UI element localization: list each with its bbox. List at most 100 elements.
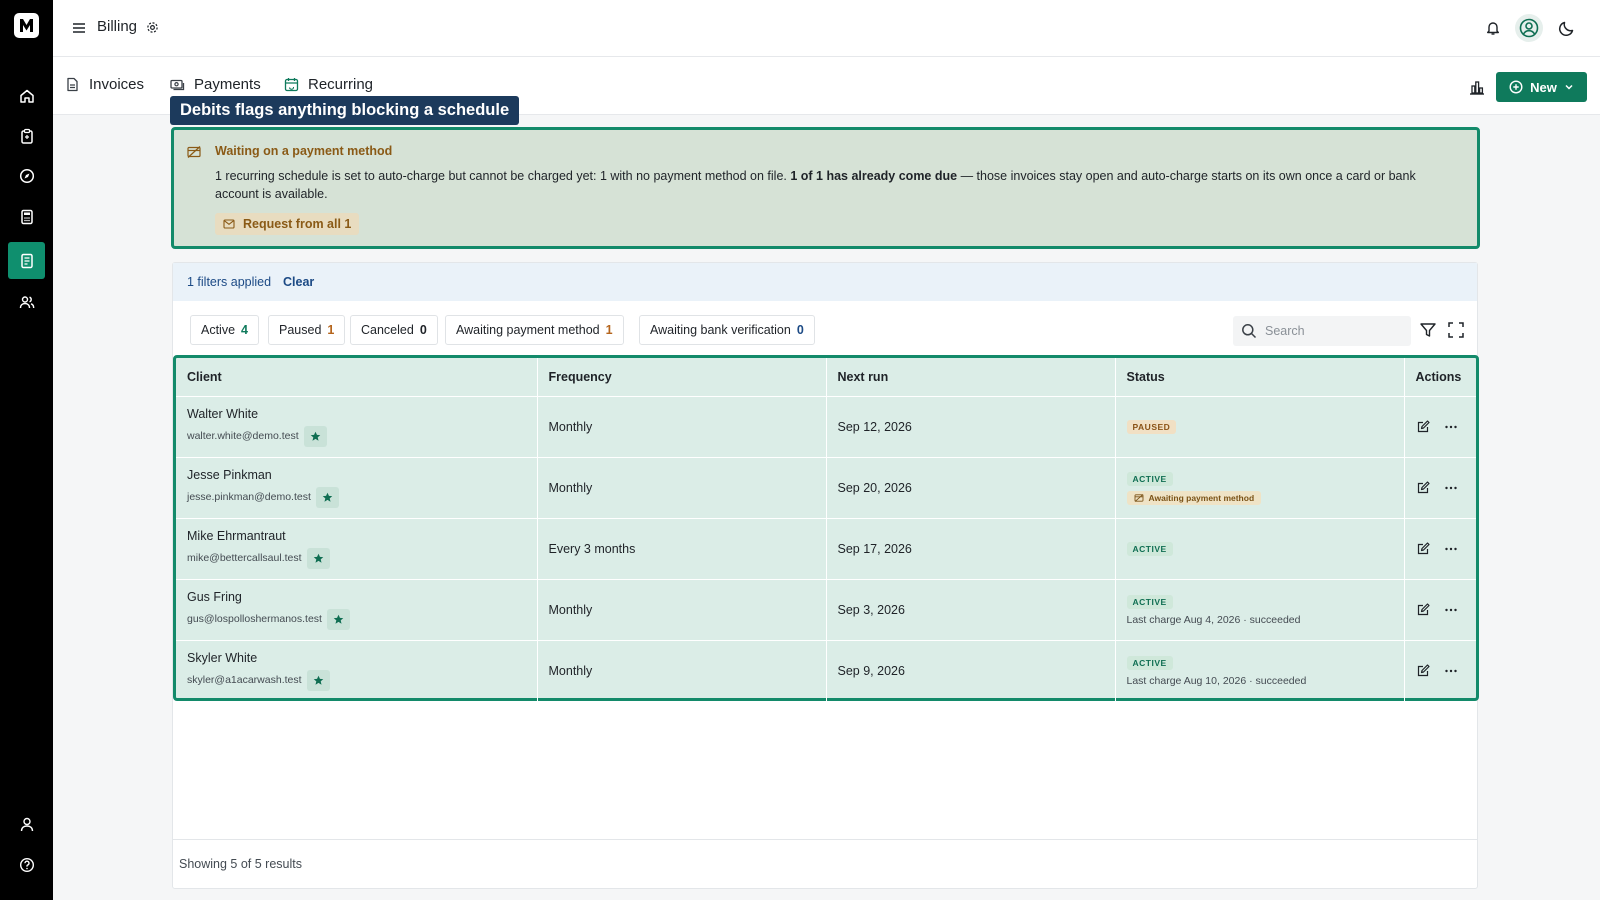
frequency-cell: Monthly	[537, 457, 827, 519]
edit-icon[interactable]	[1416, 419, 1430, 434]
chip-awaiting-payment-method[interactable]: Awaiting payment method 1	[445, 315, 624, 345]
fullscreen-icon[interactable]	[1447, 321, 1465, 339]
client-cell: Walter White walter.white@demo.test	[176, 396, 538, 458]
chip-count: 0	[796, 323, 804, 337]
actions-cell	[1404, 396, 1476, 458]
tab-invoices[interactable]: Invoices	[65, 76, 144, 93]
client-name[interactable]: Skyler White	[187, 651, 537, 665]
sidebar-item-compass[interactable]	[8, 157, 45, 194]
sidebar-item-users[interactable]	[8, 283, 45, 320]
table-row[interactable]: Skyler White skyler@a1acarwash.test Mont…	[176, 640, 1476, 701]
chip-count: 1	[327, 323, 335, 337]
column-header-frequency[interactable]: Frequency	[537, 358, 827, 397]
search-icon	[1242, 324, 1257, 339]
filter-icon[interactable]	[1419, 321, 1437, 339]
table-row[interactable]: Mike Ehrmantraut mike@bettercallsaul.tes…	[176, 518, 1476, 580]
more-icon[interactable]	[1444, 603, 1458, 617]
sidebar-item-home[interactable]	[8, 77, 45, 114]
sidebar-item-clipboard[interactable]	[8, 117, 45, 154]
app-logo[interactable]	[14, 13, 39, 38]
chip-active[interactable]: Active 4	[190, 315, 259, 345]
column-header-status[interactable]: Status	[1115, 358, 1405, 397]
star-icon[interactable]	[303, 425, 327, 447]
edit-icon[interactable]	[1416, 541, 1430, 556]
frequency-cell: Monthly	[537, 396, 827, 458]
search-input[interactable]	[1265, 324, 1405, 338]
star-icon[interactable]	[326, 608, 350, 630]
next-run-cell: Sep 3, 2026	[826, 579, 1116, 641]
notice-body: 1 recurring schedule is set to auto-char…	[215, 168, 1445, 203]
users-icon	[19, 295, 34, 308]
chip-paused[interactable]: Paused 1	[268, 315, 346, 345]
card-off-icon	[187, 145, 201, 158]
column-header-next-run[interactable]: Next run	[826, 358, 1116, 397]
status-cell: ACTIVE Last charge Aug 10, 2026 · succee…	[1115, 640, 1405, 701]
client-cell: Skyler White skyler@a1acarwash.test	[176, 640, 538, 701]
edit-icon[interactable]	[1416, 664, 1430, 678]
document-icon	[67, 77, 78, 92]
last-charge-text: Last charge Aug 10, 2026 · succeeded	[1126, 674, 1307, 687]
table-row[interactable]: Jesse Pinkman jesse.pinkman@demo.test Mo…	[176, 457, 1476, 519]
awaiting-payment-label: Awaiting payment method	[1148, 492, 1255, 503]
status-badge: ACTIVE	[1126, 655, 1173, 670]
next-run-cell: Sep 9, 2026	[826, 640, 1116, 701]
client-email: walter.white@demo.test	[187, 430, 299, 442]
sidebar-item-billing[interactable]	[8, 242, 45, 279]
client-name[interactable]: Gus Fring	[187, 590, 537, 604]
frequency-cell: Monthly	[537, 640, 827, 701]
sidebar-item-help[interactable]	[8, 846, 45, 883]
moon-icon	[1558, 21, 1574, 37]
home-icon	[19, 89, 34, 103]
column-header-client[interactable]: Client	[176, 358, 538, 397]
calculator-icon	[20, 209, 33, 224]
column-header-actions: Actions	[1404, 358, 1476, 397]
table-row[interactable]: Walter White walter.white@demo.test Mont…	[176, 396, 1476, 458]
more-icon[interactable]	[1444, 481, 1458, 495]
more-icon[interactable]	[1444, 420, 1458, 434]
actions-cell	[1404, 518, 1476, 580]
edit-icon[interactable]	[1416, 480, 1430, 495]
chart-icon[interactable]	[1467, 77, 1487, 97]
client-name[interactable]: Mike Ehrmantraut	[187, 529, 537, 543]
chip-count: 4	[241, 323, 248, 337]
edit-icon[interactable]	[1416, 602, 1430, 617]
status-badge: ACTIVE	[1126, 542, 1173, 556]
chip-count: 1	[605, 323, 613, 337]
menu-icon[interactable]	[71, 21, 87, 35]
request-button-label: Request from all 1	[243, 217, 352, 231]
star-icon[interactable]	[306, 669, 330, 691]
bell-icon[interactable]	[1479, 14, 1507, 42]
table-footer: Showing 5 of 5 results	[173, 839, 1477, 889]
table-row[interactable]: Gus Fring gus@lospolloshermanos.test Mon…	[176, 579, 1476, 641]
star-icon[interactable]	[315, 486, 339, 508]
tab-recurring[interactable]: Recurring	[284, 76, 373, 93]
client-email: mike@bettercallsaul.test	[187, 552, 302, 564]
client-name[interactable]: Jesse Pinkman	[187, 468, 537, 482]
tab-payments[interactable]: Payments	[170, 76, 261, 93]
gear-icon[interactable]	[146, 21, 159, 34]
chip-label: Awaiting bank verification	[650, 323, 791, 337]
new-button[interactable]: New	[1496, 72, 1587, 102]
chip-label: Paused	[279, 323, 322, 337]
more-icon[interactable]	[1444, 542, 1458, 556]
plus-circle-icon	[1509, 80, 1523, 94]
search-box[interactable]	[1233, 316, 1411, 346]
clear-filters-link[interactable]: Clear	[283, 275, 314, 289]
request-from-all-button[interactable]: Request from all 1	[215, 213, 360, 235]
chip-canceled[interactable]: Canceled 0	[350, 315, 438, 345]
sidebar-item-calculator[interactable]	[8, 198, 45, 235]
star-icon[interactable]	[306, 547, 330, 569]
filters-applied-text: 1 filters applied	[187, 275, 272, 289]
sidebar-item-profile[interactable]	[8, 805, 45, 842]
client-name[interactable]: Walter White	[187, 407, 537, 421]
chip-awaiting-bank-verification[interactable]: Awaiting bank verification 0	[639, 315, 815, 345]
dark-mode-toggle[interactable]	[1553, 14, 1581, 42]
top-bar: Billing	[53, 0, 1600, 57]
client-email: skyler@a1acarwash.test	[187, 674, 302, 687]
avatar[interactable]	[1515, 14, 1543, 42]
chip-count: 0	[419, 323, 427, 337]
client-cell: Gus Fring gus@lospolloshermanos.test	[176, 579, 538, 641]
awaiting-payment-badge: Awaiting payment method	[1126, 490, 1262, 505]
chip-label: Awaiting payment method	[456, 323, 600, 337]
more-icon[interactable]	[1444, 664, 1458, 678]
